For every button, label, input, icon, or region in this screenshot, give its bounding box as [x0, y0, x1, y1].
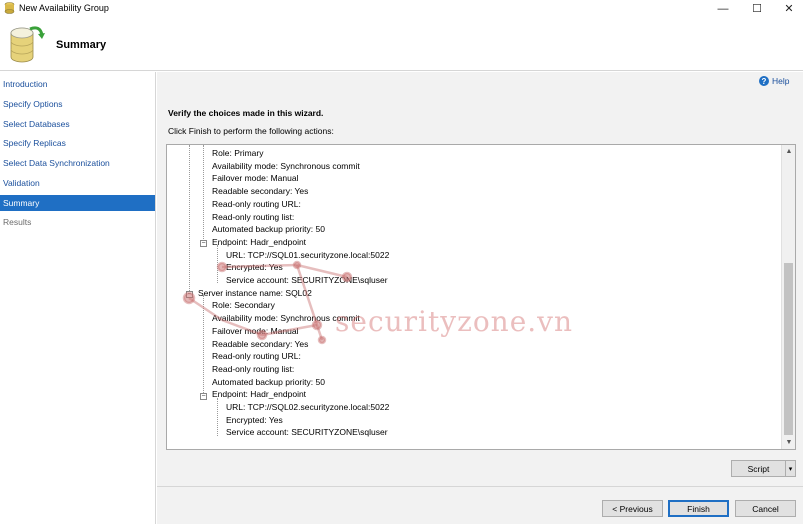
nav-results: Results	[3, 217, 32, 227]
tree-item: Read-only routing URL:	[212, 198, 301, 209]
summary-tree-content: − − − Role: Primary Availability mode: S…	[167, 145, 781, 449]
tree-guide	[203, 145, 204, 243]
script-dropdown-icon[interactable]: ▾	[785, 460, 796, 477]
tree-item: Readable secondary: Yes	[212, 338, 309, 349]
tree-item: Endpoint: Hadr_endpoint	[212, 236, 307, 247]
endpoint-collapse-icon[interactable]: −	[200, 393, 207, 400]
tree-item: Encrypted: Yes	[226, 414, 283, 425]
tree-item: Automated backup priority: 50	[212, 376, 325, 387]
subinstruction-text: Click Finish to perform the following ac…	[168, 126, 334, 136]
help-link[interactable]: ? Help	[759, 76, 789, 86]
tree-item: Readable secondary: Yes	[212, 186, 309, 197]
tree-item: Read-only routing list:	[212, 363, 295, 374]
tree-item: Read-only routing URL:	[212, 351, 301, 362]
summary-tree[interactable]: − − − Role: Primary Availability mode: S…	[166, 144, 796, 450]
minimize-button[interactable]: —	[706, 0, 740, 17]
wizard-nav: Introduction Specify Options Select Data…	[0, 72, 156, 524]
tree-item: Failover mode: Manual	[212, 325, 299, 336]
tree-item: Failover mode: Manual	[212, 173, 299, 184]
tree-guide	[217, 245, 218, 283]
footer-divider	[157, 486, 803, 487]
maximize-button[interactable]: ☐	[740, 0, 774, 17]
tree-item: Endpoint: Hadr_endpoint	[212, 389, 307, 400]
availability-group-wizard-icon	[10, 26, 45, 63]
nav-specify-options[interactable]: Specify Options	[0, 96, 155, 112]
endpoint-collapse-icon[interactable]: −	[200, 240, 207, 247]
tree-item: URL: TCP://SQL01.securityzone.local:5022	[226, 249, 390, 260]
vertical-scrollbar[interactable]: ▲ ▼	[781, 145, 795, 449]
tree-item: Server instance name: SQL02	[198, 287, 312, 298]
nav-summary[interactable]: Summary	[0, 195, 155, 211]
nav-specify-replicas[interactable]: Specify Replicas	[0, 135, 155, 151]
tree-item: URL: TCP://SQL02.securityzone.local:5022	[226, 402, 390, 412]
app-icon	[4, 2, 15, 14]
tree-guide	[217, 398, 218, 436]
watermark-text: securityzone.vn	[335, 305, 574, 338]
tree-item: Availability mode: Synchronous commit	[212, 313, 360, 324]
tree-guide	[203, 295, 204, 395]
tree-guide	[189, 145, 190, 291]
nav-select-databases[interactable]: Select Databases	[0, 116, 155, 132]
tree-item: Service account: SECURITYZONE\sqluser	[226, 275, 388, 285]
scroll-thumb[interactable]	[784, 263, 793, 435]
close-button[interactable]: ✕	[772, 0, 803, 17]
nav-introduction[interactable]: Introduction	[0, 76, 155, 92]
cancel-button[interactable]: Cancel	[735, 500, 796, 517]
wizard-header: Summary	[0, 17, 803, 71]
instruction-text: Verify the choices made in this wizard.	[168, 108, 324, 118]
help-label: Help	[772, 76, 790, 86]
title-bar: New Availability Group — ☐ ✕	[0, 0, 803, 17]
page-title: Summary	[56, 39, 107, 51]
tree-item: Automated backup priority: 50	[212, 224, 325, 235]
previous-button[interactable]: < Previous	[602, 500, 663, 517]
finish-button[interactable]: Finish	[668, 500, 729, 517]
script-button[interactable]: Script	[731, 460, 786, 477]
tree-item: Availability mode: Synchronous commit	[212, 160, 360, 171]
scroll-down-icon[interactable]: ▼	[782, 436, 795, 449]
nav-select-data-synchronization[interactable]: Select Data Synchronization	[0, 155, 155, 171]
instance-collapse-icon[interactable]: −	[186, 291, 193, 298]
window-title: New Availability Group	[19, 3, 109, 13]
tree-item: Service account: SECURITYZONE\sqluser	[226, 427, 388, 438]
help-icon: ?	[759, 76, 769, 86]
tree-item: Read-only routing list:	[212, 211, 295, 222]
scroll-up-icon[interactable]: ▲	[782, 145, 795, 158]
tree-item: Encrypted: Yes	[226, 262, 283, 273]
nav-validation[interactable]: Validation	[0, 175, 155, 191]
main-pane: ? Help Verify the choices made in this w…	[157, 72, 803, 524]
tree-item: Role: Secondary	[212, 300, 275, 311]
tree-item: Role: Primary	[212, 148, 264, 158]
